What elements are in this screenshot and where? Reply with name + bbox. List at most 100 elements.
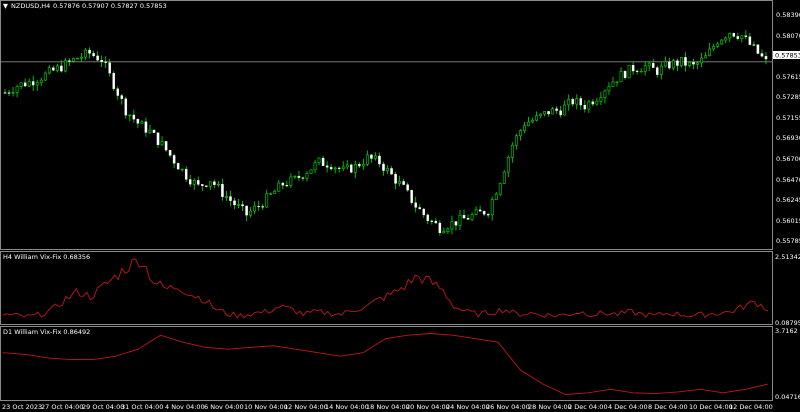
candle-body	[84, 49, 87, 58]
candle-body	[3, 92, 7, 94]
candle-body	[229, 196, 232, 201]
candle-body	[52, 67, 55, 71]
candle-body	[668, 61, 671, 69]
candle-body	[740, 35, 744, 39]
time-tick: 23 Oct 2023	[2, 403, 42, 411]
candle-body	[325, 165, 329, 168]
candle-body	[261, 206, 264, 208]
candle-body	[422, 208, 425, 216]
candle-body	[361, 164, 365, 167]
candle-body	[736, 36, 740, 39]
price-tick: 0.58070	[776, 32, 800, 40]
candle-body	[184, 168, 188, 180]
time-tick: 6 Nov 04:00	[204, 403, 244, 411]
time-tick: 12 Nov 04:00	[284, 403, 328, 411]
candle-body	[27, 81, 31, 87]
candle-body	[188, 179, 192, 185]
indicator-window-d1[interactable]	[0, 326, 773, 401]
symbol-menu-icon[interactable]: ▼	[3, 2, 8, 10]
candle-body	[168, 149, 172, 156]
candle-body	[213, 181, 216, 185]
candle-body	[386, 168, 389, 171]
candle-body	[374, 155, 377, 159]
candle-body	[7, 92, 11, 94]
candle-body	[333, 167, 337, 170]
candle-body	[623, 71, 627, 78]
candle-body	[398, 181, 401, 184]
time-tick: 29 Oct 04:00	[82, 403, 124, 411]
candle-body	[418, 207, 421, 210]
candle-body	[156, 132, 160, 146]
candle-body	[510, 144, 514, 158]
candle-body	[643, 65, 647, 72]
candle-body	[764, 56, 768, 60]
candle-body	[140, 121, 144, 124]
candle-body	[498, 183, 502, 195]
time-tick: 26 Nov 04:00	[486, 403, 530, 411]
candle-body	[732, 33, 736, 37]
candle-body	[543, 111, 546, 115]
candle-body	[225, 196, 228, 198]
candle-body	[108, 62, 111, 74]
candle-body	[164, 141, 168, 151]
candle-body	[474, 209, 478, 215]
trading-chart[interactable]: ▼ NZDUSD,H4 0.57876 0.57907 0.57827 0.57…	[0, 0, 800, 412]
candle-body	[237, 204, 240, 206]
candle-body	[696, 62, 699, 65]
candle-body	[700, 57, 703, 64]
time-tick: 20 Nov 04:00	[406, 403, 450, 411]
candle-body	[482, 211, 486, 215]
candle-body	[301, 177, 305, 179]
candle-body	[756, 44, 760, 54]
candle-body	[523, 125, 526, 131]
candle-body	[317, 157, 321, 163]
price-tick: 0.56470	[776, 176, 800, 184]
main-ohlc-values: 0.57876 0.57907 0.57827 0.57853	[53, 2, 167, 10]
candle-body	[100, 60, 103, 62]
candle-body	[587, 101, 591, 110]
candle-body	[394, 174, 397, 184]
candle-body	[321, 157, 325, 166]
candle-body	[446, 228, 450, 232]
candle-body	[631, 65, 635, 72]
candle-body	[285, 185, 289, 187]
candle-body	[201, 184, 204, 186]
candle-body	[671, 60, 675, 69]
candle-body	[708, 48, 712, 57]
time-axis[interactable]: 23 Oct 2023 27 Oct 04:00 29 Oct 04:00 31…	[2, 403, 773, 411]
indicator-h4-scale-top: 2.51342	[775, 253, 800, 261]
price-axis[interactable]: 0.58390 0.58070 0.57615 0.57285 0.57155 …	[776, 11, 800, 245]
candle-body	[615, 81, 619, 83]
candle-body	[370, 154, 373, 159]
candle-body	[410, 190, 413, 203]
candle-body	[72, 58, 75, 62]
candle-body	[760, 53, 764, 57]
candle-body	[309, 169, 313, 174]
candle-body	[257, 205, 260, 208]
price-tick: 0.57615	[776, 73, 800, 81]
indicator-d1-scale-bottom: 0.04716	[775, 393, 800, 401]
candle-body	[329, 167, 333, 170]
time-tick: 31 Oct 04:00	[121, 403, 163, 411]
price-tick: 0.56015	[776, 217, 800, 225]
candle-body	[676, 60, 679, 66]
candle-body	[547, 111, 550, 115]
candle-body	[406, 184, 409, 191]
candle-body	[450, 221, 454, 230]
candle-body	[490, 199, 494, 216]
main-title: ▼ NZDUSD,H4 0.57876 0.57907 0.57827 0.57…	[3, 2, 167, 10]
candle-body	[555, 108, 558, 111]
candle-body	[31, 81, 35, 86]
candle-body	[595, 100, 599, 105]
time-tick: 12 Dec 04:00	[729, 403, 773, 411]
candle-body	[64, 60, 67, 72]
candle-body	[575, 98, 579, 105]
candle-body	[704, 55, 707, 59]
candle-body	[652, 63, 655, 68]
candle-body	[627, 64, 631, 79]
candle-body	[39, 79, 43, 83]
main-price-window[interactable]	[0, 0, 773, 250]
candle-body	[269, 193, 273, 195]
main-symbol-title: NZDUSD,H4	[11, 2, 50, 10]
candle-body	[378, 155, 381, 165]
